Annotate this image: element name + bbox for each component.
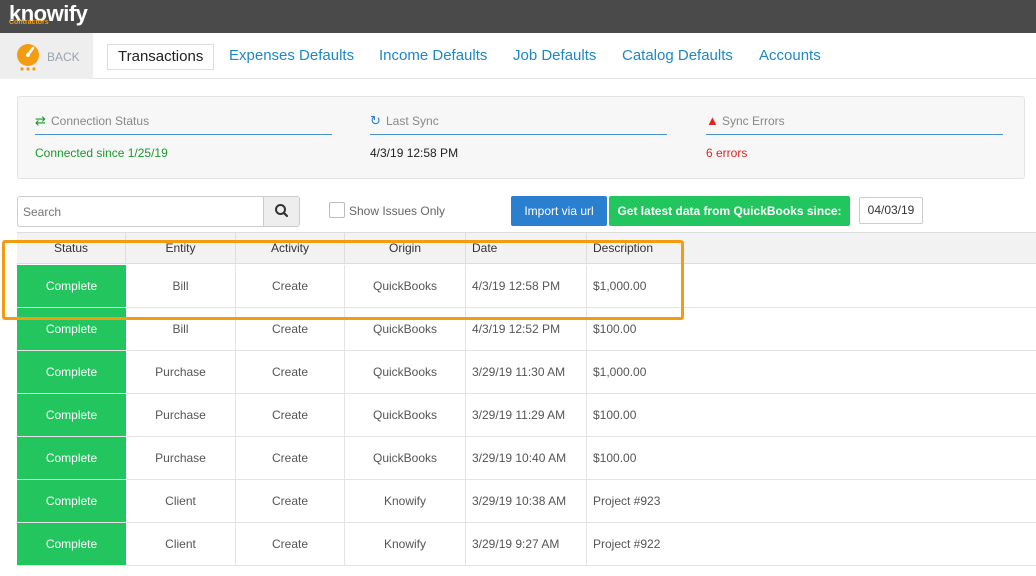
date-cell: 3/29/19 9:27 AM — [466, 523, 587, 565]
description-cell: $100.00 — [593, 451, 637, 465]
search-icon — [275, 204, 289, 218]
status-cell: Complete — [17, 351, 126, 393]
status-cell: Complete — [17, 394, 126, 436]
activity-cell: Create — [236, 394, 345, 436]
description-cell: $1,000.00 — [593, 365, 647, 379]
status-cell: Complete — [17, 437, 126, 479]
tab-income-defaults[interactable]: Income Defaults — [369, 44, 497, 70]
connection-status: ⇄ Connection Status Connected since 1/25/… — [35, 113, 332, 160]
logo-subtitle: Contractors — [9, 19, 49, 26]
tab-job-defaults[interactable]: Job Defaults — [503, 44, 606, 70]
entity-cell: Purchase — [126, 437, 236, 479]
show-issues-checkbox[interactable] — [329, 202, 345, 218]
origin-cell: Knowify — [345, 480, 466, 522]
connection-status-value: Connected since 1/25/19 — [35, 146, 168, 160]
activity-cell: Create — [236, 351, 345, 393]
last-sync-label: Last Sync — [386, 114, 439, 128]
date-cell: 3/29/19 11:30 AM — [466, 351, 587, 393]
origin-cell: QuickBooks — [345, 351, 466, 393]
tab-expenses-defaults[interactable]: Expenses Defaults — [219, 44, 364, 70]
since-date-input[interactable]: 04/03/19 — [859, 197, 923, 224]
activity-cell: Create — [236, 523, 345, 565]
highlight-box — [2, 240, 684, 320]
last-sync-value: 4/3/19 12:58 PM — [370, 146, 459, 160]
description-cell: Project #922 — [593, 537, 661, 551]
activity-cell: Create — [236, 480, 345, 522]
sync-errors-label: Sync Errors — [722, 114, 785, 128]
origin-cell: QuickBooks — [345, 394, 466, 436]
show-issues-label: Show Issues Only — [349, 204, 446, 218]
entity-cell: Client — [126, 523, 236, 565]
date-cell: 3/29/19 10:40 AM — [466, 437, 587, 479]
search-input[interactable] — [17, 196, 264, 227]
tab-catalog-defaults[interactable]: Catalog Defaults — [612, 44, 743, 70]
arrows-exchange-icon: ⇄ — [35, 113, 46, 128]
origin-cell: Knowify — [345, 523, 466, 565]
nav-bar: BACK Transactions Expenses Defaults Inco… — [0, 33, 1036, 79]
entity-cell: Client — [126, 480, 236, 522]
sync-status-panel: ⇄ Connection Status Connected since 1/25/… — [17, 96, 1025, 179]
description-cell: $100.00 — [593, 408, 637, 422]
date-cell: 3/29/19 11:29 AM — [466, 394, 587, 436]
tab-accounts[interactable]: Accounts — [749, 44, 831, 70]
get-latest-data-button[interactable]: Get latest data from QuickBooks since: — [609, 196, 850, 226]
search-button[interactable] — [263, 196, 300, 227]
origin-cell: QuickBooks — [345, 437, 466, 479]
gauge-icon — [17, 44, 39, 71]
sync-errors-value[interactable]: 6 errors — [706, 146, 1003, 160]
entity-cell: Purchase — [126, 394, 236, 436]
table-row[interactable]: Complete Purchase Create QuickBooks 3/29/19 … — [17, 394, 1036, 437]
connection-status-label: Connection Status — [51, 114, 150, 128]
description-cell: Project #923 — [593, 494, 661, 508]
table-row[interactable]: Complete Client Create Knowify 3/29/19 9:27 … — [17, 523, 1036, 566]
back-button[interactable]: BACK — [0, 33, 93, 79]
back-label: BACK — [47, 50, 80, 64]
table-row[interactable]: Complete Purchase Create QuickBooks 3/29/19 … — [17, 351, 1036, 394]
table-row[interactable]: Complete Purchase Create QuickBooks 3/29/19 … — [17, 437, 1036, 480]
top-bar: knowify Contractors — [0, 0, 1036, 33]
date-cell: 3/29/19 10:38 AM — [466, 480, 587, 522]
table-row[interactable]: Complete Client Create Knowify 3/29/19 10:38… — [17, 480, 1036, 523]
entity-cell: Purchase — [126, 351, 236, 393]
tab-transactions[interactable]: Transactions — [107, 44, 215, 70]
warning-icon: ▲ — [706, 113, 719, 128]
sync-errors: ▲ Sync Errors 6 errors — [706, 113, 1003, 160]
activity-cell: Create — [236, 437, 345, 479]
import-via-url-button[interactable]: Import via url — [511, 196, 607, 226]
status-cell: Complete — [17, 523, 126, 565]
last-sync: ↻ Last Sync 4/3/19 12:58 PM — [370, 113, 667, 160]
refresh-icon: ↻ — [370, 113, 381, 128]
status-cell: Complete — [17, 480, 126, 522]
